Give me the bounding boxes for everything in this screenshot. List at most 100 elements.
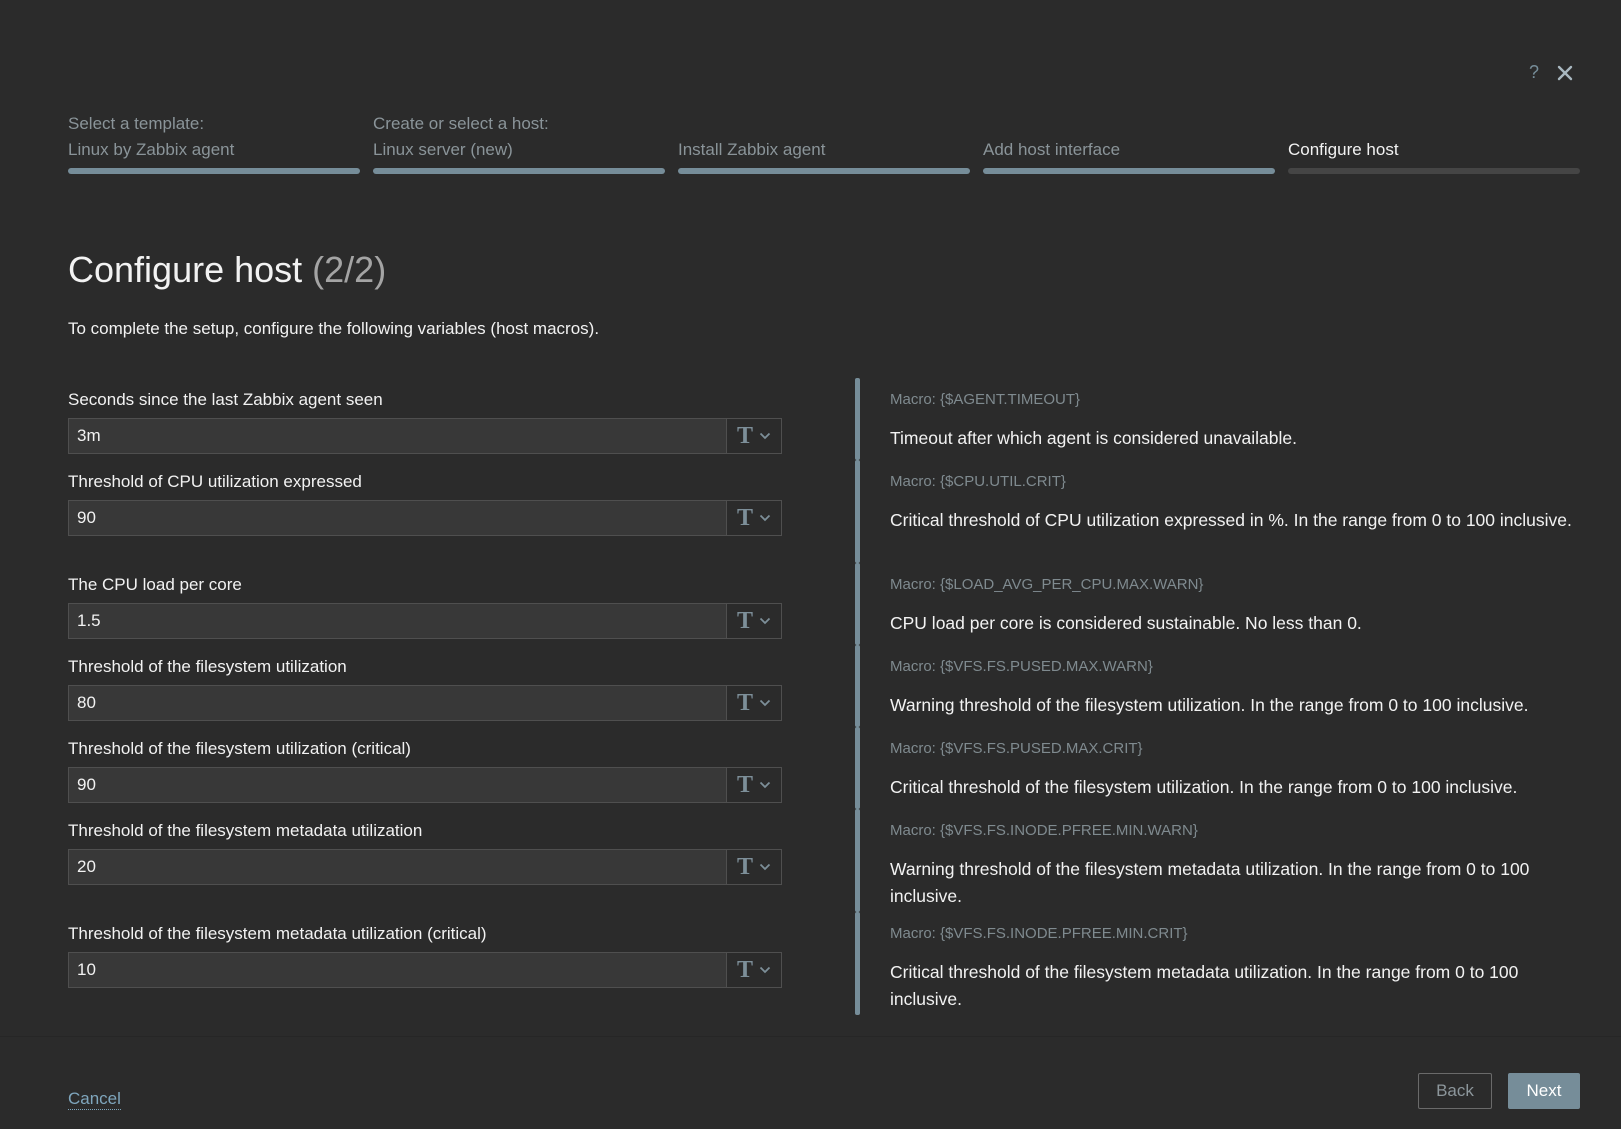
value-type-dropdown[interactable]: T xyxy=(726,604,781,638)
macro-name: Macro: {$VFS.FS.PUSED.MAX.CRIT} xyxy=(890,740,1143,757)
value-type-dropdown[interactable]: T xyxy=(726,501,781,535)
value-type-dropdown[interactable]: T xyxy=(726,686,781,720)
macro-info: Macro: {$LOAD_AVG_PER_CPU.MAX.WARN} CPU … xyxy=(890,575,1580,637)
macro-name: Macro: {$CPU.UTIL.CRIT} xyxy=(890,473,1066,490)
macro-row: Threshold of CPU utilization expressed T… xyxy=(68,460,1580,575)
close-icon[interactable] xyxy=(1557,65,1573,81)
macro-name: Macro: {$AGENT.TIMEOUT} xyxy=(890,391,1081,408)
macro-value-field: T xyxy=(68,418,782,454)
page-step-counter: (2/2) xyxy=(312,249,387,290)
macro-description: Critical threshold of the filesystem uti… xyxy=(890,777,1518,797)
macro-field-group: Threshold of the filesystem utilization … xyxy=(68,657,782,739)
macro-value-input[interactable] xyxy=(69,953,726,987)
macro-info: Macro: {$VFS.FS.PUSED.MAX.CRIT} Critical… xyxy=(890,739,1580,801)
chevron-down-icon xyxy=(759,863,771,871)
macro-row: Threshold of the filesystem metadata uti… xyxy=(68,809,1580,924)
step-add-interface: Add host interface xyxy=(983,112,1275,174)
row-divider xyxy=(855,727,860,809)
macro-value-field: T xyxy=(68,603,782,639)
macro-field-group: Seconds since the last Zabbix agent seen… xyxy=(68,390,782,472)
wizard-progress: Select a template: Linux by Zabbix agent… xyxy=(68,112,1580,174)
value-type-dropdown[interactable]: T xyxy=(726,768,781,802)
macro-value-field: T xyxy=(68,500,782,536)
macro-label: The CPU load per core xyxy=(68,575,242,594)
step-progress-bar xyxy=(678,168,970,174)
step-progress-bar xyxy=(1288,168,1580,174)
step-progress-bar xyxy=(983,168,1275,174)
chevron-down-icon xyxy=(759,966,771,974)
step-configure-host: Configure host xyxy=(1288,112,1580,174)
macro-value-field: T xyxy=(68,952,782,988)
row-divider xyxy=(855,645,860,727)
chevron-down-icon xyxy=(759,699,771,707)
macro-row: The CPU load per core T Macro: {$LOAD_AV… xyxy=(68,563,1580,657)
macro-label: Threshold of the filesystem utilization xyxy=(68,657,347,676)
text-type-icon: T xyxy=(736,957,753,983)
page-title-text: Configure host xyxy=(68,249,303,290)
macro-description: Critical threshold of CPU utilization ex… xyxy=(890,510,1572,530)
macro-label: Threshold of CPU utilization expressed xyxy=(68,472,362,491)
macro-list: Seconds since the last Zabbix agent seen… xyxy=(68,378,1580,1027)
page-title: Configure host (2/2) xyxy=(68,246,386,294)
step-label-top xyxy=(678,112,970,136)
macro-label: Threshold of the filesystem metadata uti… xyxy=(68,821,423,840)
text-type-icon: T xyxy=(736,608,753,634)
macro-row: Threshold of the filesystem metadata uti… xyxy=(68,912,1580,1027)
macro-field-group: The CPU load per core T xyxy=(68,575,782,657)
step-label-top xyxy=(983,112,1275,136)
chevron-down-icon xyxy=(759,781,771,789)
macro-row: Seconds since the last Zabbix agent seen… xyxy=(68,378,1580,472)
macro-value-input[interactable] xyxy=(69,850,726,884)
chevron-down-icon xyxy=(759,617,771,625)
macro-value-input[interactable] xyxy=(69,419,726,453)
macro-value-input[interactable] xyxy=(69,604,726,638)
macro-info: Macro: {$VFS.FS.INODE.PFREE.MIN.WARN} Wa… xyxy=(890,821,1580,910)
back-button[interactable]: Back xyxy=(1418,1073,1492,1109)
step-install-agent: Install Zabbix agent xyxy=(678,112,970,174)
row-divider xyxy=(855,563,860,645)
step-select-host: Create or select a host: Linux server (n… xyxy=(373,112,665,174)
macro-label: Threshold of the filesystem utilization … xyxy=(68,739,411,758)
dialog-actions: ? xyxy=(1529,62,1573,83)
macro-value-input[interactable] xyxy=(69,501,726,535)
macro-info: Macro: {$VFS.FS.INODE.PFREE.MIN.CRIT} Cr… xyxy=(890,924,1580,1013)
macro-row: Threshold of the filesystem utilization … xyxy=(68,727,1580,821)
macro-field-group: Threshold of CPU utilization expressed T xyxy=(68,472,782,575)
step-label-top: Select a template: xyxy=(68,114,205,133)
value-type-dropdown[interactable]: T xyxy=(726,419,781,453)
help-icon[interactable]: ? xyxy=(1529,62,1539,83)
next-button[interactable]: Next xyxy=(1508,1073,1580,1109)
dialog-footer: Cancel Back Next xyxy=(0,1036,1621,1129)
chevron-down-icon xyxy=(759,514,771,522)
macro-name: Macro: {$VFS.FS.INODE.PFREE.MIN.CRIT} xyxy=(890,925,1188,942)
macro-value-input[interactable] xyxy=(69,768,726,802)
step-label-top xyxy=(1288,112,1580,136)
macro-value-field: T xyxy=(68,849,782,885)
text-type-icon: T xyxy=(736,423,753,449)
macro-description: Warning threshold of the filesystem meta… xyxy=(890,859,1530,906)
page-description: To complete the setup, configure the fol… xyxy=(68,319,600,338)
step-progress-bar xyxy=(373,168,665,174)
row-divider xyxy=(855,912,860,1015)
text-type-icon: T xyxy=(736,690,753,716)
chevron-down-icon xyxy=(759,432,771,440)
step-label-value: Linux server (new) xyxy=(373,140,513,159)
macro-info: Macro: {$VFS.FS.PUSED.MAX.WARN} Warning … xyxy=(890,657,1580,719)
step-label-value: Add host interface xyxy=(983,140,1121,159)
text-type-icon: T xyxy=(736,854,753,880)
row-divider xyxy=(855,460,860,563)
step-select-template: Select a template: Linux by Zabbix agent xyxy=(68,112,360,174)
macro-field-group: Threshold of the filesystem utilization … xyxy=(68,739,782,821)
macro-value-input[interactable] xyxy=(69,686,726,720)
row-divider xyxy=(855,809,860,912)
macro-info: Macro: {$CPU.UTIL.CRIT} Critical thresho… xyxy=(890,472,1580,534)
macro-value-field: T xyxy=(68,767,782,803)
step-label-value: Configure host xyxy=(1288,140,1399,159)
macro-description: Critical threshold of the filesystem met… xyxy=(890,962,1519,1009)
value-type-dropdown[interactable]: T xyxy=(726,850,781,884)
step-label-value: Install Zabbix agent xyxy=(678,140,826,159)
macro-description: Warning threshold of the filesystem util… xyxy=(890,695,1529,715)
value-type-dropdown[interactable]: T xyxy=(726,953,781,987)
cancel-link[interactable]: Cancel xyxy=(68,1089,121,1110)
macro-label: Seconds since the last Zabbix agent seen xyxy=(68,390,383,409)
